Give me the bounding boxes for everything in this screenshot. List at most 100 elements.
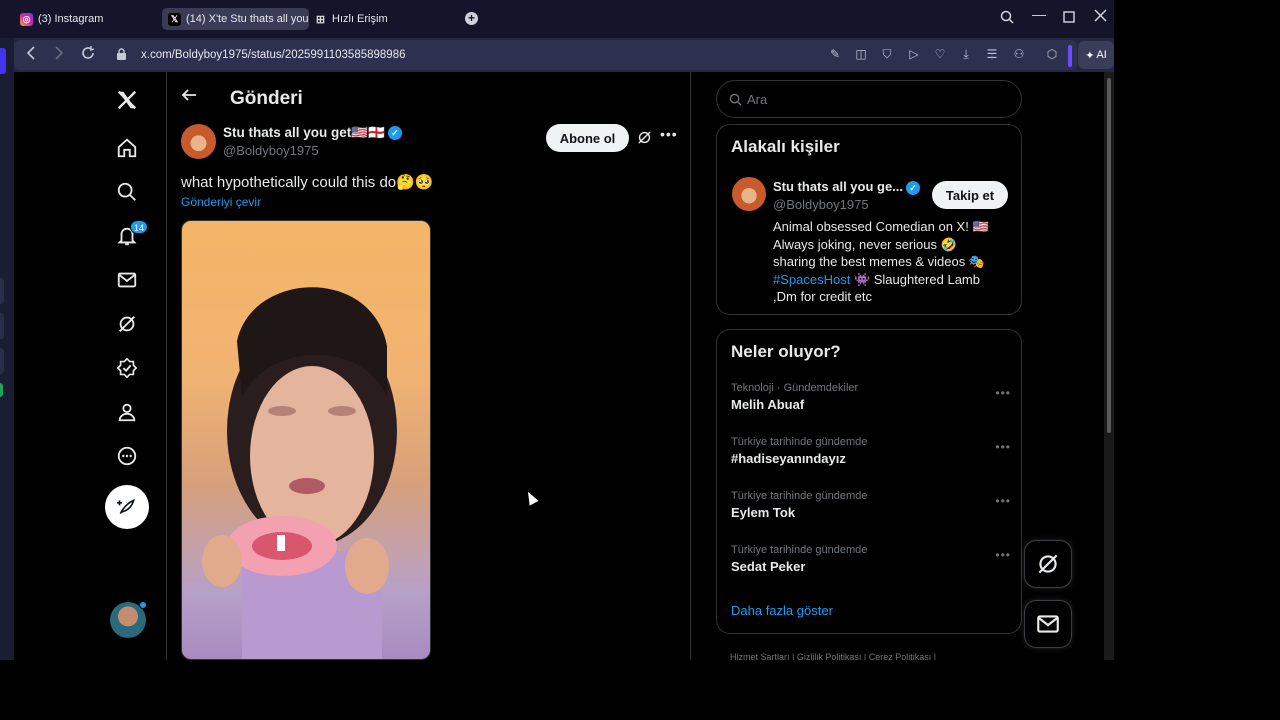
page-scrollbar[interactable] xyxy=(1104,72,1114,660)
author-handle[interactable]: @Boldyboy1975 xyxy=(223,143,319,158)
profile-person-icon[interactable] xyxy=(98,395,156,429)
grid-icon: ⊞ xyxy=(315,13,326,26)
trend-meta: Türkiye tarihinde gündemde xyxy=(731,490,868,502)
trend-meta: Türkiye tarihinde gündemde xyxy=(731,544,868,556)
post-video[interactable] xyxy=(181,220,431,660)
ai-button[interactable]: ✦ AI xyxy=(1078,41,1114,69)
notification-badge: 14 xyxy=(130,220,149,234)
grok-float-button[interactable] xyxy=(1024,540,1072,588)
trend-topic: #hadiseyanındayız xyxy=(731,451,846,466)
search-input[interactable]: Ara xyxy=(716,80,1022,118)
verified-orgs-icon[interactable] xyxy=(98,351,156,385)
trends-title: Neler oluyor? xyxy=(731,342,841,361)
trend-more-icon[interactable]: ••• xyxy=(995,494,1011,508)
account-avatar[interactable] xyxy=(110,601,147,638)
follow-button[interactable]: Takip et xyxy=(932,181,1008,209)
profile-icon[interactable]: ⚇ xyxy=(1012,47,1026,61)
trend-item[interactable]: Türkiye tarihinde gündemde #hadiseyanınd… xyxy=(731,436,1011,466)
trend-meta: Türkiye tarihinde gündemde xyxy=(731,436,868,448)
new-tab-button[interactable]: + xyxy=(465,12,478,25)
bio-text: Animal obsessed Comedian on X! 🇺🇸 Always… xyxy=(773,219,989,269)
messages-float-button[interactable] xyxy=(1024,600,1072,648)
messages-mail-icon[interactable] xyxy=(98,263,156,297)
cube-icon[interactable]: ⬡ xyxy=(1045,47,1059,61)
ai-label: AI xyxy=(1096,49,1107,61)
grok-explain-icon[interactable] xyxy=(636,129,653,146)
post-column: Gönderi Stu thats all you get🇺🇸🏴󠁧󠁢󠁥󠁮󠁧󠁿 ✓ … xyxy=(167,72,690,660)
menu-list-icon[interactable]: ☰ xyxy=(985,47,999,61)
trend-item[interactable]: Teknoloji · Gündemdekiler Melih Abuaf ••… xyxy=(731,382,1011,412)
show-more-link[interactable]: Daha fazla göster xyxy=(731,603,833,618)
play-icon[interactable]: ▷ xyxy=(907,47,921,61)
forward-nav-icon[interactable] xyxy=(53,46,65,64)
minimize-button[interactable]: — xyxy=(1032,6,1046,22)
tab-instagram[interactable]: ◎ (3) Instagram xyxy=(14,8,159,30)
x-sidebar: 14 xyxy=(98,72,168,660)
grok-icon[interactable] xyxy=(98,307,156,341)
side-panel-item[interactable] xyxy=(0,383,3,397)
maximize-button[interactable] xyxy=(1063,10,1075,26)
edit-icon[interactable]: ✎ xyxy=(828,47,842,61)
tab-label: Hızlı Erişim xyxy=(332,13,388,25)
side-panel-active-indicator[interactable] xyxy=(0,48,6,74)
x-logo-icon[interactable] xyxy=(98,83,156,117)
author-name[interactable]: Stu thats all you get🇺🇸🏴󠁧󠁢󠁥󠁮󠁧󠁿 ✓ xyxy=(223,125,402,141)
compose-post-button[interactable] xyxy=(105,485,149,529)
relevant-people-title: Alakalı kişiler xyxy=(731,137,840,156)
reload-icon[interactable] xyxy=(81,46,95,64)
tab-x-post[interactable]: 𝕏 (14) X'te Stu thats all you get xyxy=(162,8,309,30)
trend-item[interactable]: Türkiye tarihinde gündemde Eylem Tok ••• xyxy=(731,490,1011,520)
trend-topic: Sedat Peker xyxy=(731,559,806,574)
main-right-border xyxy=(690,72,691,660)
translate-post-link[interactable]: Gönderiyi çevir xyxy=(181,195,261,209)
url-text[interactable]: x.com/Boldyboy1975/status/20259911035858… xyxy=(141,49,406,61)
tab-label: (3) Instagram xyxy=(38,13,104,25)
search-tabs-icon[interactable] xyxy=(1000,10,1014,27)
search-placeholder: Ara xyxy=(747,91,768,107)
trend-topic: Melih Abuaf xyxy=(731,397,805,412)
relevant-person-name-text: Stu thats all you ge... xyxy=(773,179,904,194)
online-dot xyxy=(139,601,147,609)
more-options-icon[interactable] xyxy=(98,439,156,473)
shield-icon[interactable]: ⛉ xyxy=(880,47,894,61)
heart-icon[interactable]: ♡ xyxy=(933,47,947,61)
mail-icon xyxy=(1037,615,1059,633)
tab-label: (14) X'te Stu thats all you get xyxy=(186,13,309,25)
subscribe-button[interactable]: Abone ol xyxy=(546,124,629,152)
sidebar-indicator xyxy=(1068,45,1072,67)
relevant-person-avatar[interactable] xyxy=(732,177,766,211)
sparkle-icon: ✦ xyxy=(1085,49,1095,62)
download-icon[interactable]: ⤓ xyxy=(959,47,973,61)
home-icon[interactable] xyxy=(98,131,156,165)
tab-bar: ◎ (3) Instagram 𝕏 (14) X'te Stu thats al… xyxy=(0,0,1114,38)
relevant-person-bio: Animal obsessed Comedian on X! 🇺🇸 Always… xyxy=(773,218,1003,306)
close-window-button[interactable] xyxy=(1094,9,1107,25)
bio-hashtag-link[interactable]: #SpacesHost xyxy=(773,272,850,287)
right-sidebar: Ara Alakalı kişiler Stu thats all you ge… xyxy=(716,72,1022,660)
camera-icon[interactable]: ◫ xyxy=(854,47,868,61)
explore-search-icon[interactable] xyxy=(98,175,156,209)
post-more-icon[interactable]: ••• xyxy=(660,126,678,142)
scrollbar-thumb[interactable] xyxy=(1107,78,1111,433)
author-name-text: Stu thats all you get🇺🇸🏴󠁧󠁢󠁥󠁮󠁧󠁿 xyxy=(223,125,385,140)
trend-more-icon[interactable]: ••• xyxy=(995,386,1011,400)
relevant-person-name[interactable]: Stu thats all you ge... ✓ xyxy=(773,179,921,195)
side-panel-item[interactable] xyxy=(0,348,4,374)
relevant-person-handle[interactable]: @Boldyboy1975 xyxy=(773,197,869,212)
lock-icon[interactable] xyxy=(116,48,127,65)
footer-links[interactable]: Hizmet Şartları | Gizlilik Politikası | … xyxy=(730,652,936,660)
instagram-icon: ◎ xyxy=(20,12,33,26)
trend-more-icon[interactable]: ••• xyxy=(995,440,1011,454)
trend-more-icon[interactable]: ••• xyxy=(995,548,1011,562)
trend-item[interactable]: Türkiye tarihinde gündemde Sedat Peker •… xyxy=(731,544,1011,574)
tab-quick-access[interactable]: ⊞ Hızlı Erişim xyxy=(308,8,448,30)
side-panel-item[interactable] xyxy=(0,313,4,339)
author-avatar[interactable] xyxy=(181,124,216,159)
page-title: Gönderi xyxy=(230,88,303,109)
web-page: 14 G xyxy=(14,72,1104,660)
trend-topic: Eylem Tok xyxy=(731,505,796,520)
back-nav-icon[interactable] xyxy=(25,46,37,64)
back-arrow-icon[interactable] xyxy=(181,87,197,108)
trend-meta: Teknoloji · Gündemdekiler xyxy=(731,382,859,394)
side-panel-item[interactable] xyxy=(0,278,4,304)
